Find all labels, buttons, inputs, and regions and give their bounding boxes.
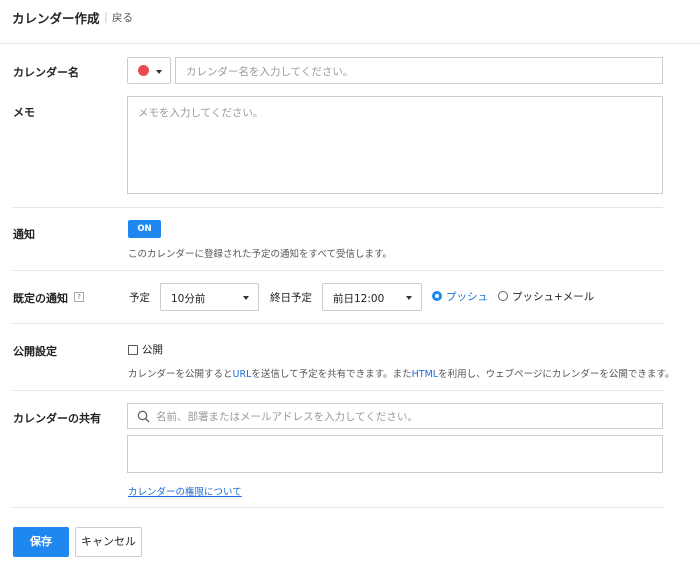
save-button[interactable]: 保存 bbox=[13, 527, 69, 557]
back-link[interactable]: 戻る bbox=[112, 10, 133, 25]
publish-label: 公開設定 bbox=[13, 345, 57, 358]
schedule-label: 予定 bbox=[129, 292, 150, 304]
radio-push-label: プッシュ bbox=[446, 291, 488, 303]
section-divider bbox=[12, 507, 663, 508]
search-icon bbox=[137, 410, 150, 423]
memo-placeholder: メモを入力してください。 bbox=[138, 107, 264, 119]
caret-down-icon bbox=[156, 70, 162, 74]
radio-push-mail-label: プッシュ+メール bbox=[512, 291, 595, 303]
page-title: カレンダー作成 bbox=[12, 11, 100, 26]
publish-checkbox[interactable] bbox=[128, 345, 138, 355]
header-divider bbox=[0, 43, 700, 44]
html-text: HTML bbox=[411, 369, 439, 380]
header-separator: | bbox=[104, 10, 108, 23]
notification-label: 通知 bbox=[13, 228, 35, 241]
allday-select-value: 前日12:00 bbox=[333, 293, 385, 305]
memo-textarea[interactable]: メモを入力してください。 bbox=[127, 96, 663, 194]
radio-icon[interactable] bbox=[432, 291, 442, 301]
default-notification-label: 既定の通知 bbox=[13, 292, 68, 305]
publish-checkbox-label: 公開 bbox=[142, 344, 163, 356]
help-icon[interactable]: ? bbox=[74, 292, 84, 302]
cancel-button[interactable]: キャンセル bbox=[75, 527, 142, 557]
notification-description: このカレンダーに登録された予定の通知をすべて受信します。 bbox=[128, 249, 393, 260]
section-divider bbox=[12, 207, 663, 208]
section-divider bbox=[12, 323, 663, 324]
share-search-placeholder: 名前、部署またはメールアドレスを入力してください。 bbox=[156, 411, 418, 423]
allday-label: 終日予定 bbox=[270, 292, 312, 304]
calendar-name-input[interactable]: カレンダー名を入力してください。 bbox=[175, 57, 663, 84]
circle-icon bbox=[138, 65, 149, 76]
caret-down-icon bbox=[406, 296, 412, 300]
calendar-name-label: カレンダー名 bbox=[13, 66, 79, 79]
section-divider bbox=[12, 390, 663, 391]
notification-toggle[interactable]: ON bbox=[128, 220, 161, 238]
radio-icon[interactable] bbox=[498, 291, 508, 301]
calendar-name-placeholder: カレンダー名を入力してください。 bbox=[186, 66, 354, 78]
share-search-input[interactable]: 名前、部署またはメールアドレスを入力してください。 bbox=[127, 403, 663, 429]
publish-description: カレンダーを公開するとURLを送信して予定を共有できます。またHTMLを利用し、… bbox=[128, 369, 675, 380]
color-picker-button[interactable] bbox=[127, 57, 171, 84]
schedule-select-value: 10分前 bbox=[171, 293, 206, 305]
memo-label: メモ bbox=[13, 106, 35, 119]
share-label: カレンダーの共有 bbox=[13, 412, 101, 425]
url-text: URL bbox=[232, 369, 252, 380]
schedule-select[interactable]: 10分前 bbox=[160, 283, 259, 311]
caret-down-icon bbox=[243, 296, 249, 300]
share-member-list[interactable] bbox=[127, 435, 663, 473]
permissions-link[interactable]: カレンダーの権限について bbox=[128, 484, 242, 498]
section-divider bbox=[12, 270, 663, 271]
allday-select[interactable]: 前日12:00 bbox=[322, 283, 422, 311]
